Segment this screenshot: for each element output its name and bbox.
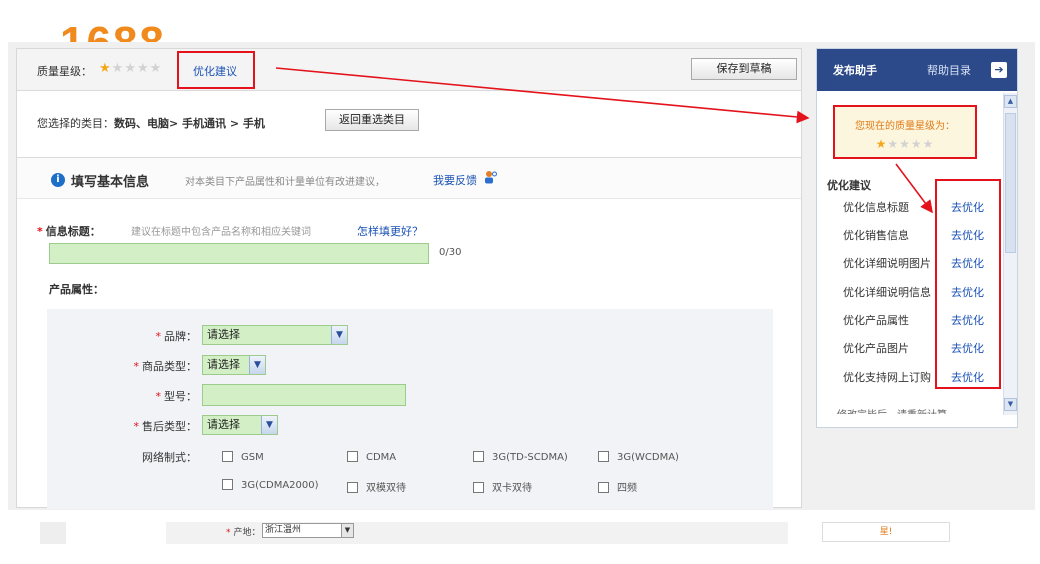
user-feedback-icon[interactable]	[483, 170, 497, 184]
scroll-down-icon[interactable]: ▼	[1004, 398, 1017, 411]
checkbox[interactable]	[222, 479, 233, 490]
scroll-up-icon[interactable]: ▲	[1004, 95, 1017, 108]
section-title: 填写基本信息	[71, 175, 150, 190]
optimize-item-label: 优化产品图片	[843, 342, 909, 355]
network-label: 网络制式：	[142, 451, 197, 464]
star-empty-icon: ★	[910, 137, 923, 151]
checkbox[interactable]	[347, 482, 358, 493]
optimize-item-label: 优化信息标题	[843, 201, 909, 214]
bottom-strip-left	[40, 522, 66, 544]
checkbox[interactable]	[347, 451, 358, 462]
optimize-item-label: 优化销售信息	[843, 229, 909, 242]
after-sale-select[interactable]: 请选择 ▼	[202, 415, 278, 435]
star-icon: ★	[99, 61, 112, 76]
star-empty-icon: ★	[922, 137, 935, 151]
star-icon: ★	[875, 137, 888, 151]
chevron-down-icon: ▼	[249, 356, 265, 374]
star-empty-icon: ★	[887, 137, 900, 151]
product-attrs-label: 产品属性：	[49, 283, 104, 296]
category-row: 您选择的类目：数码、电脑> 手机通讯 > 手机 返回重选类目	[17, 92, 801, 150]
quality-stars: ★★★★★	[99, 61, 162, 76]
network-option-quad-band[interactable]: 四频	[598, 479, 637, 494]
sidebar-scrollbar[interactable]: ▲ ▼	[1003, 93, 1017, 415]
quality-notice-text: 您现在的质量星级为：	[855, 121, 955, 132]
attrs-panel: * 品牌： 请选择 ▼ * 商品类型： 请选择 ▼ * 型号： * 售后类型： 请选择 ▼ 网…	[47, 309, 773, 509]
publish-form: 质量星级： ★★★★★ 优化建议 保存到草稿 您选择的类目：数码、电脑> 手机通…	[16, 48, 802, 509]
network-option-gsm[interactable]: GSM	[222, 451, 264, 463]
optimize-item-label: 优化详细说明信息	[843, 286, 931, 299]
bottom-hint: 星!	[822, 522, 950, 542]
optimize-item-label: 优化支持网上订购	[843, 371, 931, 384]
optimize-item-label: 优化详细说明图片	[843, 257, 931, 270]
after-sale-label: * 售后类型：	[133, 420, 198, 433]
network-option-cdma[interactable]: CDMA	[347, 451, 396, 463]
star-empty-icon: ★	[124, 61, 137, 76]
info-icon: i	[51, 173, 65, 187]
feedback-link[interactable]: 我要反馈	[433, 172, 477, 188]
howto-link[interactable]: 怎样填更好？	[357, 223, 423, 239]
star-empty-icon: ★	[149, 61, 163, 76]
checkbox[interactable]	[473, 451, 484, 462]
assistant-title: 发布助手	[833, 64, 877, 77]
truncated-note: 修改完毕后，请重新计算	[837, 406, 947, 414]
product-type-label: * 商品类型：	[133, 360, 198, 373]
star-empty-icon: ★	[899, 137, 911, 151]
checkbox[interactable]	[598, 451, 609, 462]
quality-label: 质量星级：	[37, 65, 92, 78]
chevron-down-icon: ▼	[331, 326, 347, 344]
chevron-down-icon: ▼	[261, 416, 277, 434]
exit-icon[interactable]: ➔	[991, 62, 1007, 78]
origin-label: * 产地：	[226, 528, 261, 538]
brand-label: * 品牌：	[155, 330, 198, 343]
site-logo: 1688	[60, 18, 166, 44]
info-title-label: * 信息标题：	[37, 225, 101, 238]
optimize-heading: 优化建议	[827, 179, 871, 192]
info-title-hint: 建议在标题中包含产品名称和相应关键词	[131, 227, 311, 238]
star-empty-icon: ★	[111, 61, 125, 76]
char-counter: 0/30	[439, 247, 462, 258]
reselect-category-button[interactable]: 返回重选类目	[325, 109, 419, 131]
network-option-cdma2000[interactable]: 3G(CDMA2000)	[222, 479, 319, 491]
assistant-header: 发布助手 帮助目录 ➔	[817, 49, 1017, 91]
chevron-down-icon: ▼	[341, 524, 353, 537]
star-empty-icon: ★	[136, 61, 150, 76]
network-option-wcdma[interactable]: 3G(WCDMA)	[598, 451, 679, 463]
optimize-item-label: 优化产品属性	[843, 314, 909, 327]
quality-bar: 质量星级： ★★★★★ 优化建议 保存到草稿	[17, 49, 801, 91]
scroll-thumb[interactable]	[1005, 113, 1016, 253]
highlight-box	[177, 51, 255, 89]
checkbox[interactable]	[222, 451, 233, 462]
highlight-box	[935, 179, 1001, 389]
info-title-input[interactable]	[49, 243, 429, 264]
model-input[interactable]	[202, 384, 406, 406]
quality-stars-side: ★★★★★	[835, 137, 975, 151]
checkbox[interactable]	[473, 482, 484, 493]
network-option-dual-mode[interactable]: 双模双待	[347, 479, 406, 494]
help-link[interactable]: 帮助目录	[927, 62, 971, 78]
product-type-select[interactable]: 请选择 ▼	[202, 355, 266, 375]
section-hint: 对本类目下产品属性和计量单位有改进建议，	[185, 177, 385, 188]
save-draft-button[interactable]: 保存到草稿	[691, 58, 797, 80]
quality-notice: 您现在的质量星级为： ★★★★★	[833, 105, 977, 159]
basic-info-header: i 填写基本信息 对本类目下产品属性和计量单位有改进建议， 我要反馈	[17, 157, 801, 199]
checkbox[interactable]	[598, 482, 609, 493]
category-path: 您选择的类目：数码、电脑> 手机通讯 > 手机	[37, 117, 265, 130]
network-option-dual-sim[interactable]: 双卡双待	[473, 479, 532, 494]
model-label: * 型号：	[155, 390, 198, 403]
brand-select[interactable]: 请选择 ▼	[202, 325, 348, 345]
origin-select[interactable]: 浙江温州 ▼	[262, 523, 354, 538]
network-option-td-scdma[interactable]: 3G(TD-SCDMA)	[473, 451, 568, 463]
publish-assistant-panel: 发布助手 帮助目录 ➔ 您现在的质量星级为： ★★★★★ 优化建议 优化信息标题…	[816, 48, 1018, 428]
